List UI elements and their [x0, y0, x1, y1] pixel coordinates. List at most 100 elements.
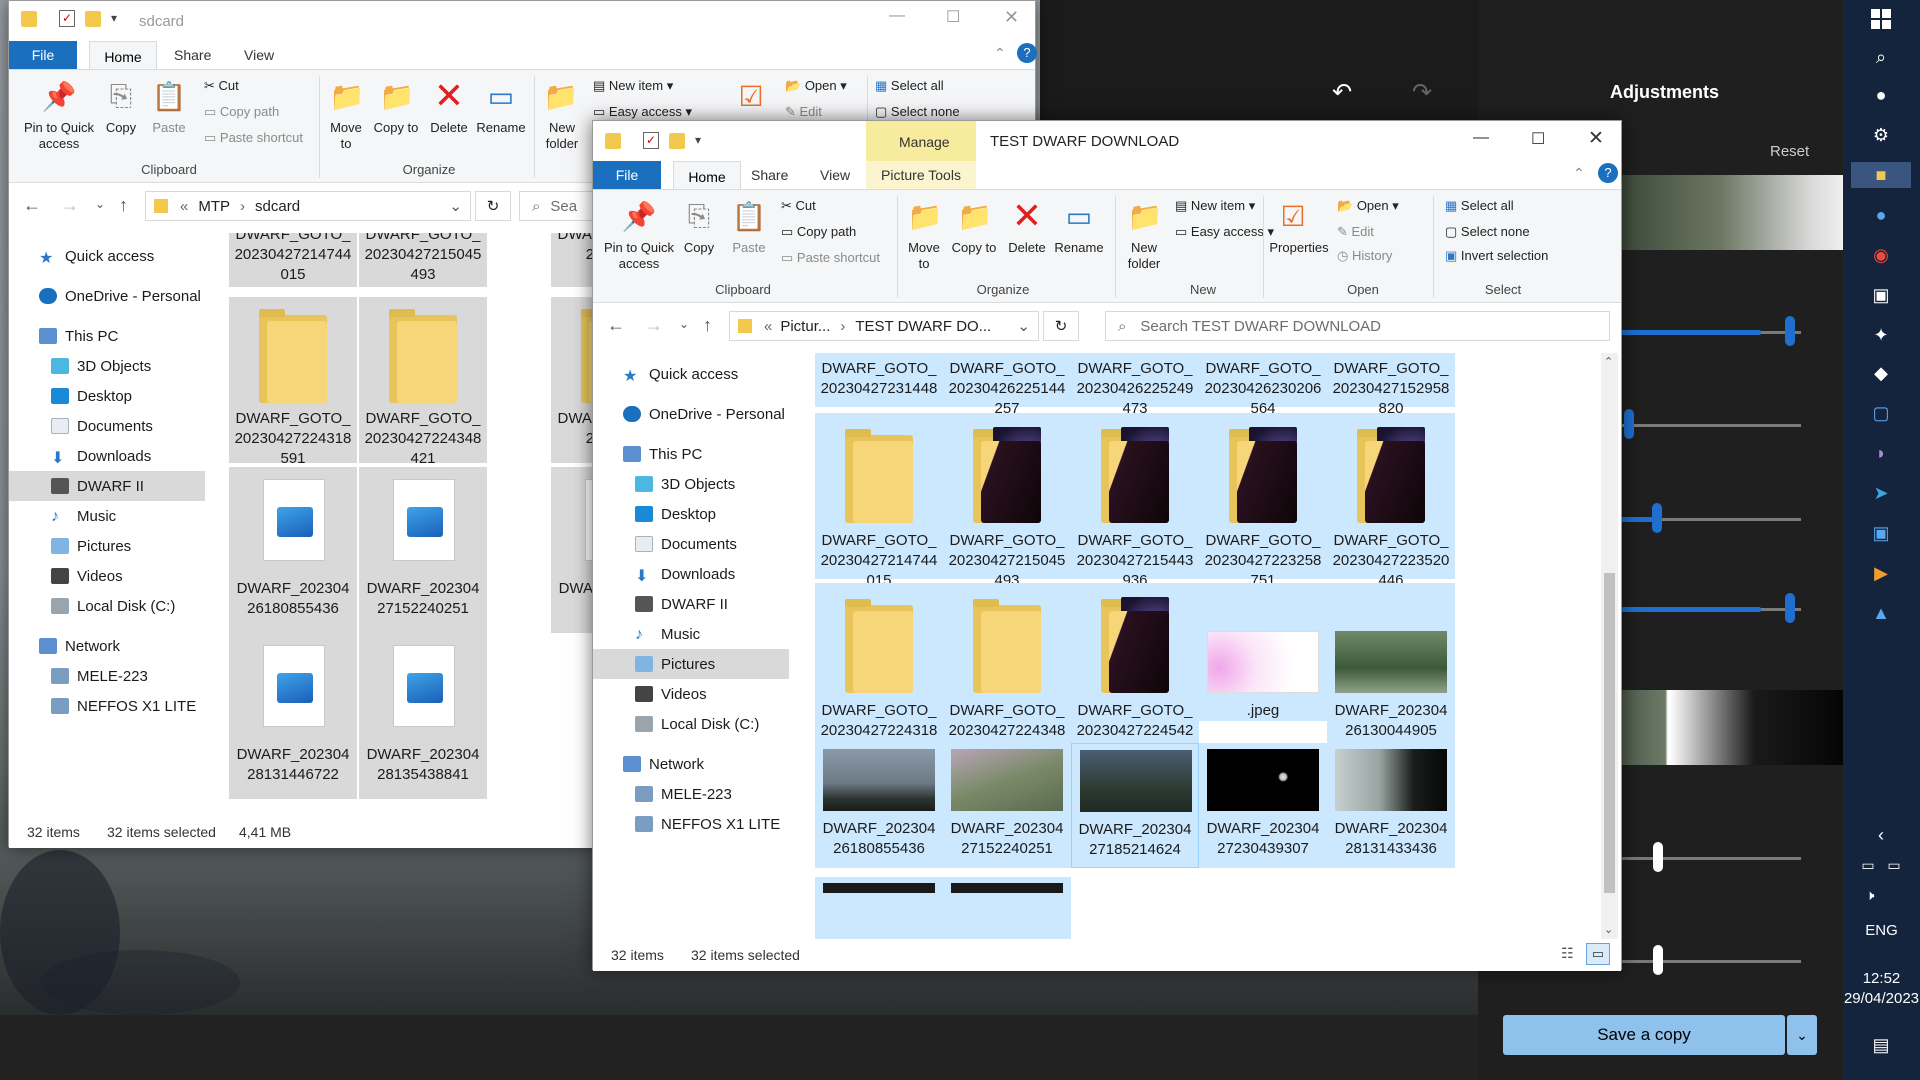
- breadcrumb-item[interactable]: sdcard: [255, 198, 300, 215]
- select-all-button[interactable]: ▦ Select all: [1445, 198, 1514, 214]
- camera-icon[interactable]: ▭: [1855, 852, 1881, 878]
- file-tile[interactable]: DWARF_GOTO_20230427215443936: [1071, 413, 1199, 589]
- copy-path-button[interactable]: ▭ Copy path: [781, 224, 856, 240]
- file-tile[interactable]: DWARF_20230426130044905: [1327, 583, 1455, 749]
- nav-dwarf[interactable]: DWARF II: [593, 589, 728, 619]
- pin-to-quick-access-button[interactable]: Pin to Quick access: [597, 240, 681, 272]
- close-icon[interactable]: ✕: [1588, 127, 1604, 150]
- slider-knob[interactable]: [1653, 945, 1663, 975]
- clock-date[interactable]: 29/04/2023: [1843, 990, 1920, 1007]
- rename-button[interactable]: Rename: [475, 120, 527, 136]
- maximize-icon[interactable]: ☐: [1531, 129, 1545, 149]
- file-tile[interactable]: [943, 877, 1071, 939]
- nav-local-disk[interactable]: Local Disk (C:): [9, 591, 175, 621]
- forward-arrow-icon[interactable]: →: [61, 195, 79, 216]
- nav-pictures[interactable]: Pictures: [593, 649, 789, 679]
- file-tile[interactable]: DWARF_GOTO_20230427231448: [815, 353, 943, 407]
- new-folder-button[interactable]: New folder: [1121, 240, 1167, 272]
- open-button[interactable]: 📂 Open ▾: [785, 78, 847, 94]
- nav-this-pc[interactable]: This PC: [593, 439, 702, 469]
- details-view-icon[interactable]: ☷: [1561, 945, 1574, 962]
- rename-button[interactable]: Rename: [1053, 240, 1105, 256]
- file-tile[interactable]: .jpeg: [1199, 583, 1327, 721]
- slider-knob[interactable]: [1652, 503, 1662, 533]
- slider-knob[interactable]: [1653, 842, 1663, 872]
- copy-button[interactable]: Copy: [99, 120, 143, 136]
- nav-music[interactable]: ♪ Music: [9, 501, 116, 531]
- minimize-icon[interactable]: —: [1473, 129, 1489, 147]
- new-folder-icon[interactable]: [85, 11, 101, 27]
- large-icons-view-icon[interactable]: ▭: [1586, 943, 1610, 965]
- media-player-icon[interactable]: ▶: [1868, 560, 1894, 586]
- nav-documents[interactable]: Documents: [9, 411, 153, 441]
- file-tile[interactable]: DWARF_20230426180855436: [815, 743, 943, 868]
- recent-locations-icon[interactable]: ⌄: [679, 317, 689, 331]
- app-icon[interactable]: ✦: [1868, 322, 1894, 348]
- file-tile[interactable]: DWARF_GOTO_20230427214744015: [229, 233, 357, 287]
- outlook-icon[interactable]: ●: [1868, 202, 1894, 228]
- select-none-button[interactable]: ▢ Select none: [1445, 224, 1530, 240]
- file-tile[interactable]: DWARF_GOTO_20230427152958820: [1327, 353, 1455, 417]
- breadcrumb-item[interactable]: TEST DWARF DO...: [855, 318, 991, 335]
- cut-button[interactable]: ✂ Cut: [781, 198, 816, 214]
- undo-icon[interactable]: ↶: [1332, 78, 1352, 107]
- address-dropdown-icon[interactable]: ⌄: [1017, 317, 1030, 335]
- file-tile[interactable]: DWARF_20230427152240251: [359, 467, 487, 633]
- breadcrumb-overflow-icon[interactable]: «: [180, 198, 188, 215]
- new-item-button[interactable]: ▤ New item ▾: [593, 78, 673, 94]
- search-icon[interactable]: ⌕: [1868, 44, 1894, 70]
- properties-icon[interactable]: ✓: [643, 132, 659, 149]
- cut-button[interactable]: ✂ Cut: [204, 78, 239, 94]
- recent-locations-icon[interactable]: ⌄: [95, 197, 105, 211]
- breadcrumb-item[interactable]: Pictur...: [780, 318, 830, 335]
- up-arrow-icon[interactable]: ↑: [703, 315, 712, 336]
- settings-gear-icon[interactable]: ⚙: [1868, 122, 1894, 148]
- forward-arrow-icon[interactable]: →: [645, 315, 663, 336]
- file-tile[interactable]: DWARF_GOTO_20230427223520446: [1327, 413, 1455, 589]
- nav-this-pc[interactable]: This PC: [9, 321, 118, 351]
- nav-neffos[interactable]: NEFFOS X1 LITE: [593, 809, 780, 839]
- quick-access-dropdown-icon[interactable]: ▾: [111, 11, 117, 25]
- tab-share[interactable]: Share: [751, 167, 788, 183]
- address-dropdown-icon[interactable]: ⌄: [449, 197, 462, 215]
- file-tile[interactable]: DWARF_GOTO_20230427224542772: [1071, 583, 1199, 759]
- nav-desktop[interactable]: Desktop: [9, 381, 132, 411]
- file-tile[interactable]: DWARF_20230427185214624: [1071, 743, 1199, 868]
- paste-shortcut-button[interactable]: ▭ Paste shortcut: [781, 250, 880, 266]
- nav-pictures[interactable]: Pictures: [9, 531, 131, 561]
- up-arrow-icon[interactable]: ↑: [119, 195, 128, 216]
- breadcrumb-item[interactable]: MTP: [198, 198, 230, 215]
- reset-button[interactable]: Reset: [1770, 143, 1809, 160]
- properties-icon[interactable]: ✓: [59, 10, 75, 27]
- file-tile[interactable]: DWARF_GOTO_20230426230206564: [1199, 353, 1327, 417]
- telegram-icon[interactable]: ➤: [1868, 480, 1894, 506]
- nav-dwarf[interactable]: DWARF II: [9, 471, 205, 501]
- address-bar[interactable]: « MTP › sdcard ⌄: [145, 191, 471, 221]
- back-arrow-icon[interactable]: ←: [607, 315, 625, 336]
- app-icon[interactable]: ◆: [1868, 360, 1894, 386]
- file-tile[interactable]: [815, 877, 943, 939]
- file-tile[interactable]: DWARF_GOTO_2023042: [551, 297, 597, 463]
- chrome-icon[interactable]: ◉: [1868, 242, 1894, 268]
- breadcrumb-overflow-icon[interactable]: «: [764, 318, 772, 335]
- nav-quick-access[interactable]: ★ Quick access: [593, 359, 738, 389]
- file-tile[interactable]: DWARF_20230428131446722: [229, 633, 357, 799]
- pin-to-quick-access-button[interactable]: Pin to Quick access: [15, 120, 103, 152]
- nav-desktop[interactable]: Desktop: [593, 499, 716, 529]
- collapse-ribbon-icon[interactable]: ⌃: [994, 45, 1006, 62]
- slider-knob[interactable]: [1785, 316, 1795, 346]
- slider-knob[interactable]: [1785, 593, 1795, 623]
- help-icon[interactable]: ?: [1598, 163, 1618, 183]
- nav-neffos[interactable]: NEFFOS X1 LITE: [9, 691, 196, 721]
- nav-onedrive[interactable]: OneDrive - Personal: [593, 399, 785, 429]
- select-all-button[interactable]: ▦ Select all: [875, 78, 944, 94]
- copy-to-button[interactable]: Copy to: [373, 120, 419, 136]
- file-tile[interactable]: DWARF_20230426180855436: [229, 467, 357, 633]
- nav-3d-objects[interactable]: 3D Objects: [9, 351, 151, 381]
- network-icon[interactable]: ▭: [1881, 852, 1907, 878]
- paste-shortcut-button[interactable]: ▭ Paste shortcut: [204, 130, 303, 146]
- easy-access-button[interactable]: ▭ Easy access ▾: [593, 104, 692, 120]
- maximize-icon[interactable]: ☐: [946, 7, 960, 27]
- nav-local-disk[interactable]: Local Disk (C:): [593, 709, 759, 739]
- file-tile[interactable]: DWARF_GOTO_20230426225144257: [943, 353, 1071, 417]
